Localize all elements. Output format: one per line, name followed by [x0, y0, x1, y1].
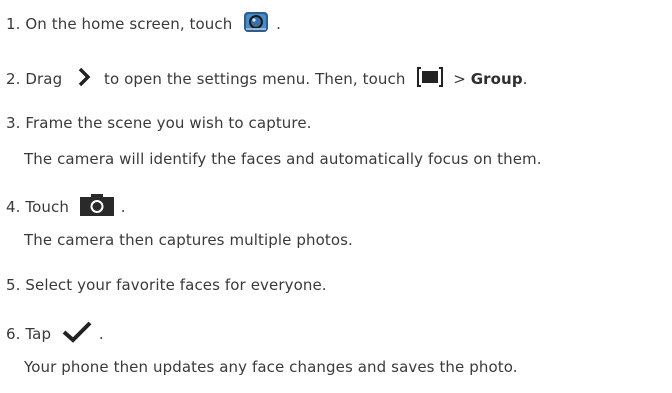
group-mode-icon [416, 66, 444, 93]
step-number: 1. [6, 15, 21, 33]
step-1: 1. On the home screen, touch . [6, 11, 281, 38]
step-text-end: . [276, 15, 281, 33]
step-text: Drag [25, 70, 63, 88]
camera-app-icon [243, 11, 269, 38]
step-6-note: Your phone then updates any face changes… [24, 358, 518, 376]
checkmark-icon [62, 321, 92, 348]
step-text: Tap [25, 325, 52, 343]
menu-option-group: Group [470, 70, 523, 88]
step-4: 4. Touch . [6, 194, 126, 221]
step-number: 5. [6, 276, 21, 294]
step-text: Touch [25, 198, 69, 216]
step-3-note: The camera will identify the faces and a… [24, 150, 542, 168]
step-text-end: . [522, 70, 528, 88]
step-text-end: . [120, 198, 126, 216]
camera-shutter-icon [79, 194, 114, 221]
step-text: On the home screen, touch [25, 15, 233, 33]
step-5: 5. Select your favorite faces for everyo… [6, 275, 327, 295]
step-6: 6. Tap . [6, 321, 104, 348]
step-number: 2. [6, 70, 21, 88]
step-text: Frame the scene you wish to capture. [25, 114, 312, 132]
step-number: 4. [6, 198, 21, 216]
step-number: 3. [6, 114, 21, 132]
step-text-end: . [98, 325, 104, 343]
separator: > [453, 70, 466, 88]
step-text-mid: to open the settings menu. Then, touch [103, 70, 406, 88]
chevron-right-icon [77, 67, 91, 92]
step-text: Select your favorite faces for everyone. [25, 276, 327, 294]
step-2: 2. Drag to open the settings menu. Then,… [6, 66, 528, 93]
step-4-note: The camera then captures multiple photos… [24, 231, 353, 249]
step-3: 3. Frame the scene you wish to capture. [6, 113, 312, 133]
step-number: 6. [6, 325, 21, 343]
